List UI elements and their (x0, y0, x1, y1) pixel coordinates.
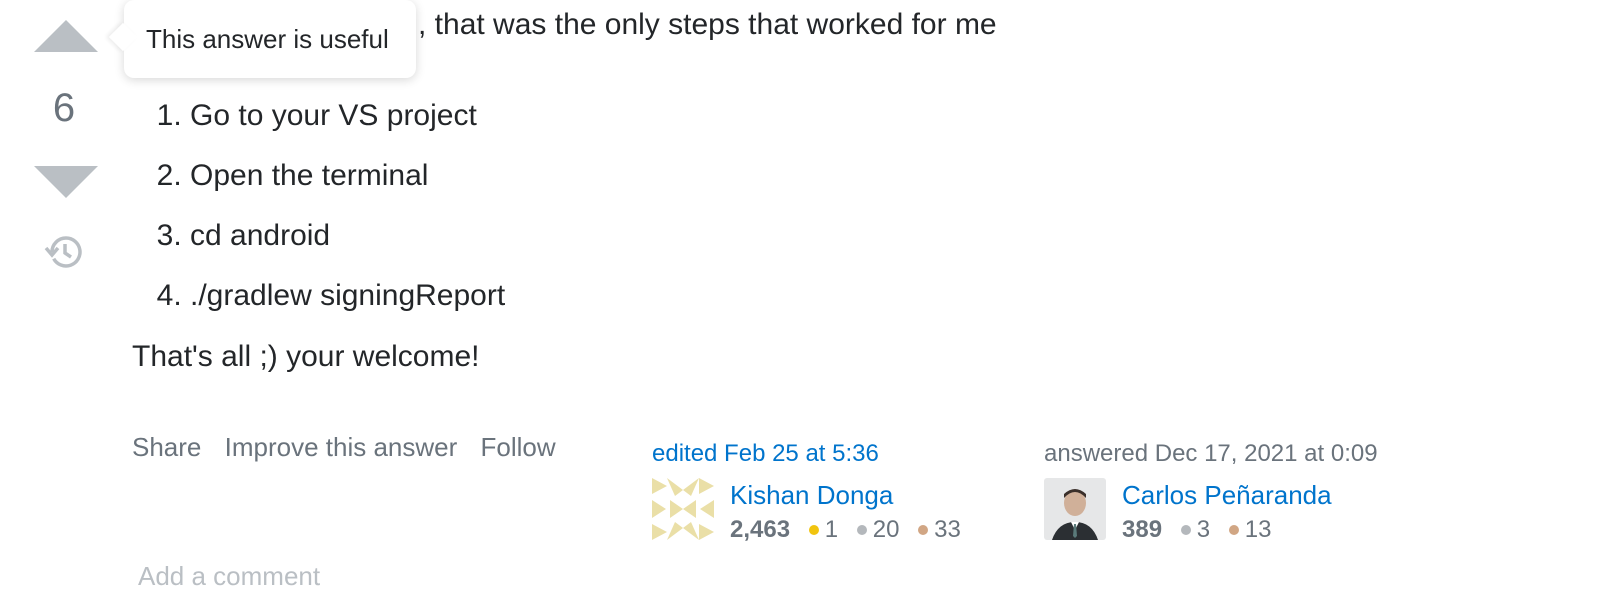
owner-stats: 389 3 13 (1122, 516, 1283, 544)
gold-badge-count: 1 (824, 516, 839, 543)
silver-badge-count: 3 (1196, 516, 1211, 543)
editor-stats: 2,463 1 20 33 (730, 516, 973, 544)
upvote-button[interactable] (34, 20, 98, 52)
answer-closing-text: That's all ;) your welcome! (132, 340, 480, 373)
vote-count: 6 (52, 86, 76, 130)
list-item: ./gradlew signingReport (190, 266, 505, 326)
answered-time: answered Dec 17, 2021 at 0:09 (1044, 440, 1378, 467)
bronze-badge-count: 33 (934, 516, 961, 543)
list-item: cd android (190, 206, 505, 266)
edited-time-link[interactable]: edited Feb 25 at 5:36 (652, 440, 879, 468)
silver-badge-icon (856, 524, 867, 535)
share-link[interactable]: Share (132, 432, 201, 462)
post-actions: Share Improve this answer Follow (132, 432, 572, 463)
bronze-badge-count: 13 (1244, 516, 1272, 543)
reputation-score: 389 (1122, 516, 1163, 543)
tooltip-text: This answer is useful (146, 24, 389, 54)
history-icon[interactable] (44, 232, 84, 277)
avatar[interactable] (1044, 478, 1106, 540)
list-item: Go to your VS project (190, 86, 505, 146)
silver-badge-count: 20 (872, 516, 900, 543)
avatar[interactable] (652, 478, 714, 540)
list-item: Open the terminal (190, 146, 505, 206)
owner-name-link[interactable]: Carlos Peñaranda (1122, 480, 1332, 511)
bronze-badge-icon (1228, 524, 1239, 535)
editor-name-link[interactable]: Kishan Donga (730, 480, 893, 511)
owner-card: answered Dec 17, 2021 at 0:09 Carlos Peñ… (1044, 440, 1378, 543)
tooltip: This answer is useful (124, 0, 416, 78)
follow-link[interactable]: Follow (481, 432, 556, 462)
bronze-badge-icon (918, 524, 929, 535)
editor-card: edited Feb 25 at 5:36 Kishan Donga 2,463… (652, 440, 961, 543)
improve-answer-link[interactable]: Improve this answer (225, 432, 458, 462)
downvote-button[interactable] (34, 166, 98, 198)
add-comment-link[interactable]: Add a comment (138, 561, 320, 592)
silver-badge-icon (1180, 524, 1191, 535)
steps-list: Go to your VS project Open the terminal … (130, 86, 505, 326)
reputation-score: 2,463 (730, 516, 791, 543)
gold-badge-icon (808, 524, 819, 535)
